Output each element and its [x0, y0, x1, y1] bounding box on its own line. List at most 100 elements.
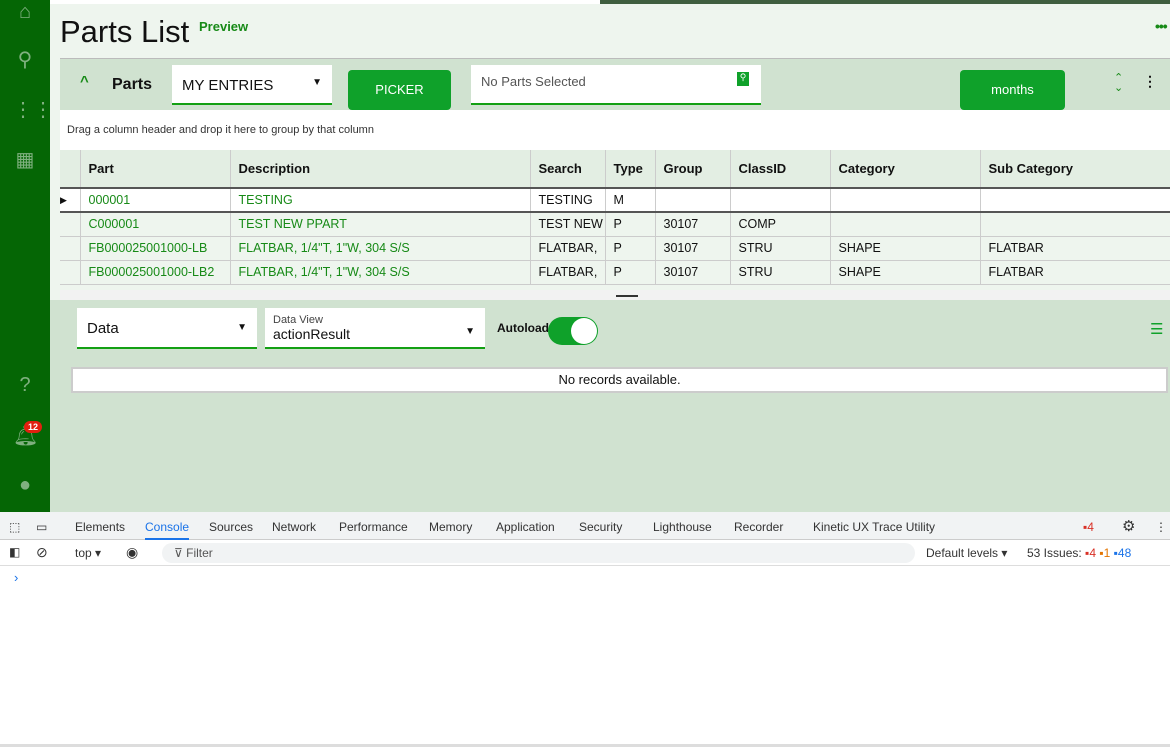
- columns-view-icon[interactable]: ☰: [1150, 320, 1163, 338]
- inspect-element-icon[interactable]: ⬚: [9, 520, 20, 534]
- table-cell: TEST NEW PPART: [230, 212, 531, 237]
- table-row[interactable]: FB000025001000-LB FLATBAR, 1/4"T, 1"W, 30…: [60, 236, 1170, 261]
- table-cell: [830, 212, 981, 237]
- resize-handle[interactable]: [616, 295, 638, 297]
- table-cell: [730, 187, 831, 213]
- issues-info: ▪48: [1113, 546, 1132, 560]
- log-levels-dropdown[interactable]: Default levels ▾: [926, 546, 1007, 560]
- sidebar-toggle-icon[interactable]: ◧: [9, 545, 20, 559]
- dataview-value: actionResult: [273, 326, 351, 342]
- sort-toggle-icon[interactable]: ⌃ ⌄: [1114, 73, 1123, 94]
- devtools-tab[interactable]: Sources: [209, 520, 253, 534]
- column-header[interactable]: Part: [80, 150, 231, 189]
- picker-button[interactable]: PICKER: [348, 70, 451, 110]
- table-cell: 30107: [655, 260, 731, 285]
- table-cell: FLATBAR,: [530, 260, 606, 285]
- table-cell: FLATBAR,: [530, 236, 606, 261]
- table-cell: FLATBAR, 1/4"T, 1"W, 304 S/S: [230, 236, 531, 261]
- clear-console-icon[interactable]: ⊘: [36, 544, 48, 561]
- column-header[interactable]: Category: [830, 150, 981, 189]
- table-cell: STRU: [730, 236, 831, 261]
- group-drop-area[interactable]: Drag a column header and drop it here to…: [60, 110, 1170, 150]
- parts-grid: Part Description Search Type Group ClassID Cat…: [60, 150, 1170, 285]
- table-cell: M: [605, 187, 656, 213]
- devtools-tab[interactable]: Elements: [75, 520, 125, 534]
- error-count: 4: [1087, 520, 1094, 534]
- table-cell: FLATBAR: [980, 260, 1170, 285]
- column-header[interactable]: Type: [605, 150, 656, 189]
- entries-filter-dropdown[interactable]: MY ENTRIES ▼: [172, 65, 332, 105]
- table-cell: SHAPE: [830, 236, 981, 261]
- autoload-toggle[interactable]: [548, 317, 598, 345]
- help-icon[interactable]: ?: [13, 373, 37, 397]
- devtools-tab[interactable]: Kinetic UX Trace Utility: [813, 520, 935, 534]
- preview-badge: Preview: [199, 19, 249, 34]
- notification-badge: 12: [24, 421, 43, 433]
- table-cell: [980, 212, 1170, 237]
- row-selector[interactable]: [60, 236, 81, 261]
- row-selector[interactable]: ▶: [60, 187, 81, 213]
- user-icon[interactable]: ●: [13, 473, 37, 497]
- devtools-tab[interactable]: Performance: [339, 520, 408, 534]
- autoload-label: Autoload: [497, 321, 549, 335]
- devtools-tab[interactable]: Recorder: [734, 520, 783, 534]
- data-dropdown[interactable]: Data ▼: [77, 308, 257, 349]
- column-header[interactable]: Sub Category: [980, 150, 1170, 189]
- empty-records-message: No records available.: [71, 367, 1168, 393]
- table-cell: TESTING: [530, 187, 606, 213]
- column-header[interactable]: Search: [530, 150, 606, 189]
- parts-panel-header: ^ Parts MY ENTRIES ▼ PICKER No Parts Sel…: [60, 58, 1170, 110]
- collapse-chevron-icon[interactable]: ^: [80, 73, 89, 90]
- panel-title: Parts: [112, 76, 153, 93]
- error-count-icon[interactable]: ▪4: [1083, 520, 1094, 534]
- part-selection-input[interactable]: No Parts Selected ⚲: [471, 65, 761, 105]
- issues-button[interactable]: 53 Issues: ▪4 ▪1 ▪48: [1027, 546, 1131, 560]
- table-cell: SHAPE: [830, 260, 981, 285]
- column-header[interactable]: Description: [230, 150, 531, 189]
- column-header[interactable]: ClassID: [730, 150, 831, 189]
- row-selector[interactable]: [60, 212, 81, 237]
- devtools-tab[interactable]: Lighthouse: [653, 520, 712, 534]
- selection-placeholder: No Parts Selected: [481, 74, 586, 89]
- home-icon[interactable]: ⌂: [13, 0, 37, 24]
- devtools-tab[interactable]: Console: [145, 520, 190, 540]
- console-prompt[interactable]: ›: [14, 570, 18, 585]
- months-button[interactable]: months: [960, 70, 1065, 110]
- dropdown-arrow-icon: ▼: [465, 326, 475, 337]
- table-cell: FLATBAR, 1/4"T, 1"W, 304 S/S: [230, 260, 531, 285]
- dataview-dropdown[interactable]: Data View actionResult ▼: [265, 308, 485, 349]
- levels-value: Default levels: [926, 546, 999, 560]
- console-toolbar: ◧ ⊘ top ▾ ◉ ⊽ Filter Default levels ▾ 53…: [0, 540, 1170, 566]
- settings-gear-icon[interactable]: ⚙: [1122, 517, 1135, 535]
- selector-header: [60, 150, 81, 189]
- table-cell: FB000025001000-LB: [80, 236, 231, 261]
- devtools-tab[interactable]: Application: [496, 520, 555, 534]
- table-cell: FLATBAR: [980, 236, 1170, 261]
- device-toggle-icon[interactable]: ▭: [36, 520, 47, 534]
- data-dropdown-value: Data: [87, 320, 119, 337]
- search-icon[interactable]: ⚲: [13, 48, 37, 72]
- search-icon[interactable]: ⚲: [737, 72, 749, 86]
- row-selector[interactable]: [60, 260, 81, 285]
- table-row[interactable]: C000001 TEST NEW PPART TEST NEW P 30107 COMP: [60, 212, 1170, 237]
- table-cell: 30107: [655, 236, 731, 261]
- table-cell: STRU: [730, 260, 831, 285]
- devtools-tab[interactable]: Memory: [429, 520, 472, 534]
- table-row[interactable]: FB000025001000-LB2 FLATBAR, 1/4"T, 1"W, 3…: [60, 260, 1170, 285]
- devtools-menu-icon[interactable]: ⋮: [1155, 520, 1167, 534]
- table-cell: P: [605, 212, 656, 237]
- apps-grid-icon[interactable]: ⋮⋮: [13, 98, 53, 122]
- live-expression-eye-icon[interactable]: ◉: [126, 544, 138, 561]
- console-filter-input[interactable]: ⊽ Filter: [162, 543, 915, 563]
- kebab-menu-icon[interactable]: ⋮: [1143, 73, 1157, 90]
- more-options-icon[interactable]: •••: [1155, 18, 1168, 34]
- column-header[interactable]: Group: [655, 150, 731, 189]
- table-row[interactable]: ▶ 000001 TESTING TESTING M: [60, 187, 1170, 213]
- devtools-tab[interactable]: Security: [579, 520, 622, 534]
- dashboard-icon[interactable]: ▦: [13, 148, 37, 172]
- toggle-knob: [571, 318, 597, 344]
- table-cell: C000001: [80, 212, 231, 237]
- context-select[interactable]: top ▾: [75, 546, 101, 560]
- grid-scroll-strip: [60, 290, 1170, 300]
- devtools-tab[interactable]: Network: [272, 520, 316, 534]
